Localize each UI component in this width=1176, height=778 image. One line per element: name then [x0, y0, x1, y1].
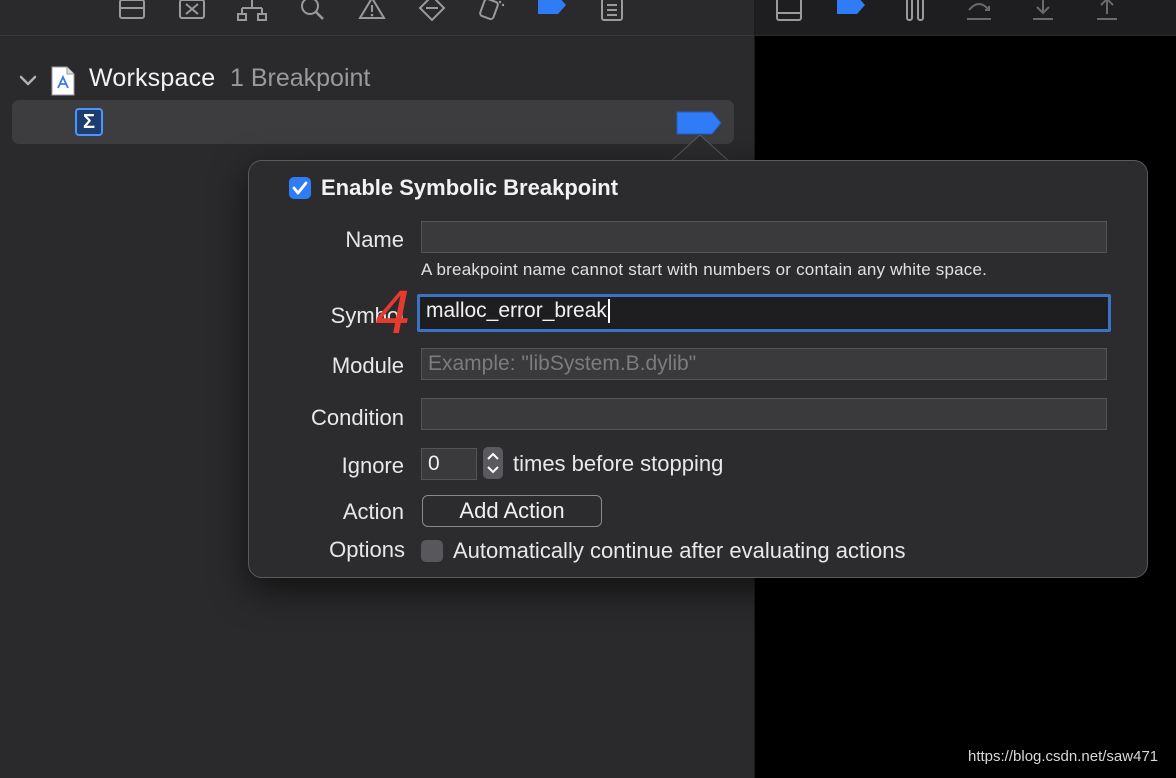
symbol-field[interactable]: malloc_error_break: [417, 294, 1111, 332]
symbolic-breakpoint-icon: Σ: [75, 108, 103, 136]
search-icon[interactable]: [298, 0, 326, 22]
panel-icon[interactable]: [775, 0, 803, 22]
popover-arrow: [668, 134, 732, 164]
text-caret: [607, 299, 610, 324]
chevron-down-icon[interactable]: [18, 70, 38, 90]
debug-icon[interactable]: [178, 0, 206, 22]
action-label: Action: [342, 499, 404, 524]
enable-breakpoint-label: Enable Symbolic Breakpoint: [321, 175, 619, 200]
module-label: Module: [331, 353, 404, 378]
step-out-icon[interactable]: [1093, 0, 1121, 22]
debug-nav-icon[interactable]: [478, 0, 506, 22]
warning-icon[interactable]: [358, 0, 386, 22]
ignore-label: Ignore: [341, 453, 404, 478]
enable-breakpoint-checkbox[interactable]: [289, 177, 311, 199]
pause-icon[interactable]: [901, 0, 929, 22]
step-into-icon[interactable]: [1029, 0, 1057, 22]
navigator-toolbar: [0, 0, 754, 36]
name-label: Name: [345, 227, 404, 252]
module-field[interactable]: Example: "libSystem.B.dylib": [421, 348, 1107, 380]
report-icon[interactable]: [598, 0, 626, 22]
breakpoint-flag-icon[interactable]: [676, 111, 722, 135]
add-action-button[interactable]: Add Action: [422, 495, 602, 527]
step-over-icon[interactable]: [965, 0, 993, 22]
workspace-document-icon: [50, 66, 76, 96]
auto-continue-label: Automatically continue after evaluating …: [453, 538, 906, 563]
breakpoint-toggle-icon[interactable]: [837, 0, 865, 22]
breakpoint-nav-icon[interactable]: [538, 0, 566, 22]
symbolic-breakpoint-popover: Enable Symbolic Breakpoint Name A breakp…: [248, 160, 1148, 578]
workspace-title: Workspace: [89, 64, 216, 92]
name-hint: A breakpoint name cannot start with numb…: [421, 260, 988, 279]
breakpoint-row[interactable]: Σ: [12, 100, 734, 144]
condition-field[interactable]: [421, 398, 1107, 430]
breakpoint-count: 1 Breakpoint: [230, 64, 371, 92]
ignore-count-field[interactable]: 0: [421, 448, 477, 480]
symbol-value: malloc_error_break: [426, 299, 607, 322]
panel-icon[interactable]: [118, 0, 146, 22]
hierarchy-icon[interactable]: [237, 0, 267, 22]
watermark: https://blog.csdn.net/saw471: [968, 748, 1159, 765]
test-icon[interactable]: [418, 0, 446, 22]
workspace-row[interactable]: Workspace 1 Breakpoint: [0, 58, 754, 102]
step-number-annotation: 4: [375, 279, 412, 347]
ignore-stepper[interactable]: [483, 447, 503, 479]
name-field[interactable]: [421, 221, 1107, 253]
options-label: Options: [329, 537, 405, 562]
condition-label: Condition: [311, 405, 404, 430]
auto-continue-checkbox[interactable]: [421, 540, 443, 562]
debug-toolbar: [755, 0, 1176, 36]
ignore-suffix: times before stopping: [513, 451, 724, 476]
